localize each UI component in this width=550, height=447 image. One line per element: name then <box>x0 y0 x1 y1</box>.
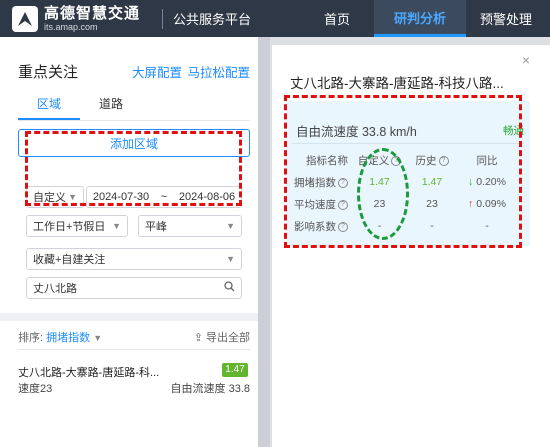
follow-select[interactable]: 收藏+自建关注 ▼ <box>26 248 242 270</box>
left-panel: 重点关注 大屏配置 马拉松配置 区域 道路 添加区域 自定义 ▼ 2024-07… <box>0 37 258 447</box>
tab-region[interactable]: 区域 <box>18 95 80 120</box>
tab-road[interactable]: 道路 <box>80 95 142 120</box>
marathon-config-link[interactable]: 马拉松配置 <box>187 66 250 80</box>
top-bar: 高德智慧交通 its.amap.com 公共服务平台 首页 研判分析 预警处理 <box>0 0 550 37</box>
nav-alert[interactable]: 预警处理 <box>466 0 546 37</box>
peak-value: 平峰 <box>145 221 167 233</box>
highlight-box-filters <box>25 131 242 206</box>
nav-analysis[interactable]: 研判分析 <box>374 0 466 37</box>
chevron-down-icon: ▼ <box>226 221 235 231</box>
congestion-badge: 1.47 <box>222 363 248 377</box>
road-item-details: 速度23 自由流速度 33.8 <box>18 380 250 396</box>
chevron-down-icon: ▼ <box>226 254 235 264</box>
nav-home[interactable]: 首页 <box>300 0 374 37</box>
panel-title: 重点关注 <box>18 64 79 81</box>
road-item-speed: 速度23 <box>18 383 53 395</box>
section-divider <box>0 313 258 321</box>
peak-select[interactable]: 平峰 ▼ <box>138 215 242 237</box>
follow-value: 收藏+自建关注 <box>33 254 106 266</box>
export-icon: ⇪ <box>193 332 203 344</box>
popup-title: 丈八北路-大寨路-唐延路-科技八路... <box>290 76 504 91</box>
main-nav: 首页 研判分析 预警处理 <box>300 0 546 37</box>
tab-bar: 区域 道路 <box>18 95 250 121</box>
highlight-oval-custom-column <box>357 148 409 240</box>
export-label: 导出全部 <box>206 332 250 344</box>
header-divider <box>162 8 163 29</box>
road-item-free-flow: 自由流速度 33.8 <box>170 383 250 395</box>
map-strip <box>258 37 270 447</box>
sort-label: 排序: <box>18 332 44 344</box>
search-input[interactable]: 丈八北路 <box>26 277 242 299</box>
logo[interactable]: 高德智慧交通 its.amap.com <box>12 4 152 32</box>
day-type-select[interactable]: 工作日+节假日 ▼ <box>26 215 128 237</box>
logo-icon <box>12 5 38 32</box>
export-button[interactable]: ⇪ 导出全部 <box>194 329 250 345</box>
close-icon[interactable]: × <box>522 52 530 68</box>
divider <box>18 349 250 350</box>
day-type-value: 工作日+节假日 <box>33 221 106 233</box>
screen-config-link[interactable]: 大屏配置 <box>132 66 182 80</box>
sort-select[interactable]: 拥堵指数 <box>46 332 90 344</box>
chevron-down-icon: ▼ <box>93 333 103 343</box>
platform-name: 公共服务平台 <box>173 12 252 27</box>
logo-text: 高德智慧交通 <box>44 4 141 22</box>
road-item-title[interactable]: 丈八北路-大寨路-唐延路-科... <box>18 364 208 380</box>
logo-url: its.amap.com <box>44 21 98 32</box>
search-icon[interactable] <box>224 281 235 295</box>
chevron-down-icon: ▼ <box>112 221 121 231</box>
search-value: 丈八北路 <box>33 283 77 295</box>
